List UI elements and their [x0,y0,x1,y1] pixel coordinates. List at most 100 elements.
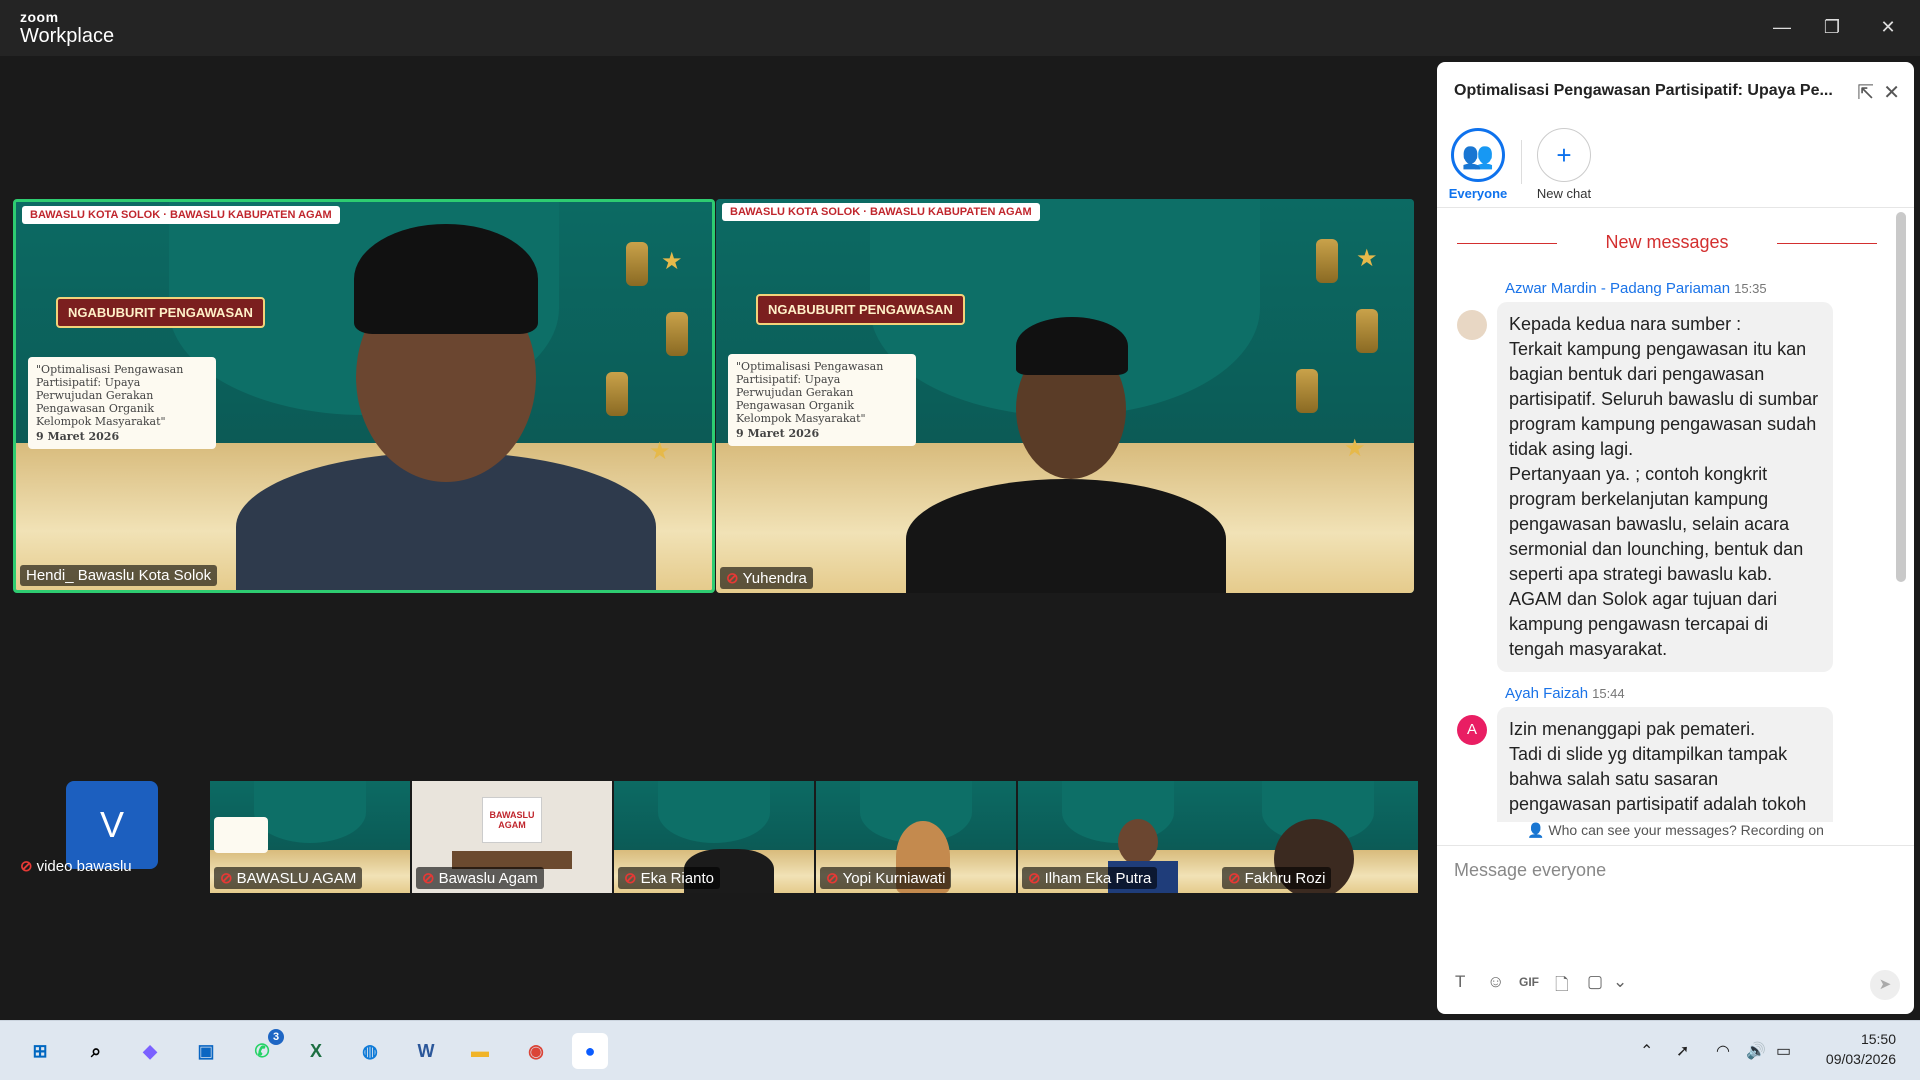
avatar: A [1457,715,1487,745]
video-tile-hendi[interactable]: ★ ★ BAWASLU KOTA SOLOK · BAWASLU KABUPAT… [13,199,715,593]
clock-date: 09/03/2026 [1825,1051,1896,1067]
store-icon[interactable]: ▣ [188,1033,224,1069]
gallery-tile-video-bawaslu[interactable]: V ⊘ video bawaslu [10,781,170,875]
gallery-tile[interactable]: ⊘ Fakhru Rozi [1218,781,1418,893]
chip-label: Everyone [1448,186,1508,201]
mic-muted-icon: ⊘ [422,870,435,887]
mic-muted-icon: ⊘ [220,870,233,887]
taskbar: ⊞ ⌕ ◆ ▣ ✆ 3 X ◍ W ▬ ◉ ● ⌃ ➚ ◠ 🔊 ▭ 15:50 0… [0,1020,1920,1080]
star-icon: ★ [1356,245,1378,272]
mic-muted-icon: ⊘ [624,870,637,887]
poster-logos: BAWASLU KOTA SOLOK · BAWASLU KABUPATEN A… [722,203,1040,221]
format-icon[interactable]: T [1455,972,1465,992]
message-bubble: Izin menanggapi pak pemateri. Tadi di sl… [1497,707,1833,822]
gallery-tile[interactable]: ⊘ Ilham Eka Putra [1018,781,1218,893]
new-messages-divider: New messages [1457,232,1877,253]
message-meta: Azwar Mardin - Padang Pariaman 15:35 [1505,280,1767,297]
message-meta: Ayah Faizah 15:44 [1505,685,1625,702]
video-tile-yuhendra[interactable]: ★ ★ BAWASLU KOTA SOLOK · BAWASLU KABUPAT… [716,199,1414,593]
whatsapp-icon[interactable]: ✆ 3 [244,1029,284,1069]
avatar [1457,310,1487,340]
people-icon: 👥 [1451,128,1505,182]
meeting-stage: ★ ★ BAWASLU KOTA SOLOK · BAWASLU KABUPAT… [0,56,1432,1020]
gallery-tile[interactable]: ⊘ BAWASLU AGAM [210,781,410,893]
poster-title: "Optimalisasi Pengawasan Partisipatif: U… [736,360,884,425]
gif-icon[interactable]: GIF [1519,975,1539,989]
scrollbar[interactable] [1896,212,1906,582]
chat-recipients: 👥 Everyone + New chat [1437,128,1914,208]
brand-small: zoom [20,9,59,25]
chip-label: New chat [1536,186,1592,201]
chat-title: Optimalisasi Pengawasan Partisipatif: Up… [1454,82,1833,99]
copilot-icon[interactable]: ◆ [132,1033,168,1069]
recording-notice[interactable]: 👤 Who can see your messages? Recording o… [1437,822,1914,846]
wifi-icon[interactable]: ◠ [1716,1041,1730,1061]
close-button[interactable]: ✕ [1870,12,1906,42]
zoom-icon[interactable]: ● [572,1033,608,1069]
participant-name-tag: ⊘ Yuhendra [720,567,813,589]
participant-name-tag: ⊘ Eka Rianto [618,867,720,889]
mic-muted-icon: ⊘ [826,870,839,887]
mic-muted-icon: ⊘ [726,570,739,587]
word-icon[interactable]: W [408,1033,444,1069]
chip-new-chat[interactable]: + New chat [1529,128,1599,201]
participant-cap [354,224,538,334]
screenshot-icon[interactable]: ▢ [1587,972,1603,992]
poster-logos: BAWASLU KOTA SOLOK · BAWASLU KABUPATEN A… [22,206,340,224]
minimize-button[interactable]: — [1764,12,1800,42]
participant-cap [1016,317,1128,375]
location-icon[interactable]: ➚ [1676,1041,1689,1061]
poster-date: 9 Maret 2026 [36,430,120,443]
star-icon: ★ [661,248,683,275]
search-icon[interactable]: ⌕ [78,1033,114,1069]
chevron-down-icon[interactable]: ⌄ [1613,972,1627,992]
start-icon[interactable]: ⊞ [22,1033,58,1069]
participant-name-tag: Hendi_ Bawaslu Kota Solok [20,565,218,586]
divider [1521,140,1522,184]
gallery-tile[interactable]: BAWASLU AGAM ⊘ Bawaslu Agam [412,781,612,893]
chip-everyone[interactable]: 👥 Everyone [1443,128,1513,201]
participant-name-tag: ⊘ Bawaslu Agam [416,867,544,889]
brand-big: Workplace [20,25,115,47]
chrome-icon[interactable]: ◉ [518,1033,554,1069]
chat-header: Optimalisasi Pengawasan Partisipatif: Up… [1437,62,1914,122]
message-input[interactable]: Message everyone [1454,860,1606,881]
participant-body [906,479,1226,593]
pop-out-icon[interactable]: ⇱ [1857,80,1874,105]
mic-muted-icon: ⊘ [1228,870,1241,887]
notification-badge: 3 [268,1029,284,1045]
file-icon[interactable]: 🗋 [1555,972,1569,1001]
participant-name-tag: ⊘ Yopi Kurniawati [820,867,952,889]
battery-icon[interactable]: ▭ [1776,1041,1791,1061]
chat-panel: Optimalisasi Pengawasan Partisipatif: Up… [1437,62,1914,1014]
sender-name: Azwar Mardin - Padang Pariaman [1505,280,1731,297]
edge-icon[interactable]: ◍ [352,1033,388,1069]
participant-name-tag: ⊘ Ilham Eka Putra [1022,867,1158,889]
star-icon: ★ [649,438,671,465]
restore-button[interactable]: ❐ [1814,12,1850,42]
poster-text: "Optimalisasi Pengawasan Partisipatif: U… [728,354,916,446]
gallery-tile[interactable]: ⊘ Eka Rianto [614,781,814,893]
people-icon: 👤 [1527,822,1545,838]
close-icon[interactable]: ✕ [1883,80,1900,105]
emoji-icon[interactable]: ☺ [1487,972,1504,992]
poster-badge: NGABUBURIT PENGAWASAN [56,297,265,328]
gallery-tile[interactable]: ⊘ Yopi Kurniawati [816,781,1016,893]
poster-text: "Optimalisasi Pengawasan Partisipatif: U… [28,357,216,449]
mic-muted-icon: ⊘ [1028,870,1041,887]
explorer-icon[interactable]: ▬ [462,1033,498,1069]
message-bubble: Kepada kedua nara sumber : Terkait kampu… [1497,302,1833,672]
excel-icon[interactable]: X [298,1033,334,1069]
composer-toolbar: T ☺ GIF 🗋 ▢ ⌄ ➤ [1437,970,1914,1002]
star-icon: ★ [1344,435,1366,462]
poster-title: "Optimalisasi Pengawasan Partisipatif: U… [36,363,184,428]
bawaslu-agam-sign: BAWASLU AGAM [482,797,542,843]
chevron-up-icon[interactable]: ⌃ [1640,1041,1653,1061]
send-button[interactable]: ➤ [1870,970,1900,1000]
mic-muted-icon: ⊘ [20,858,33,875]
volume-icon[interactable]: 🔊 [1746,1041,1766,1061]
system-clock[interactable]: 15:50 09/03/2026 [1826,1029,1896,1069]
participant-name-tag: ⊘ BAWASLU AGAM [214,867,363,889]
poster-badge: NGABUBURIT PENGAWASAN [756,294,965,325]
poster-date: 9 Maret 2026 [736,427,820,440]
